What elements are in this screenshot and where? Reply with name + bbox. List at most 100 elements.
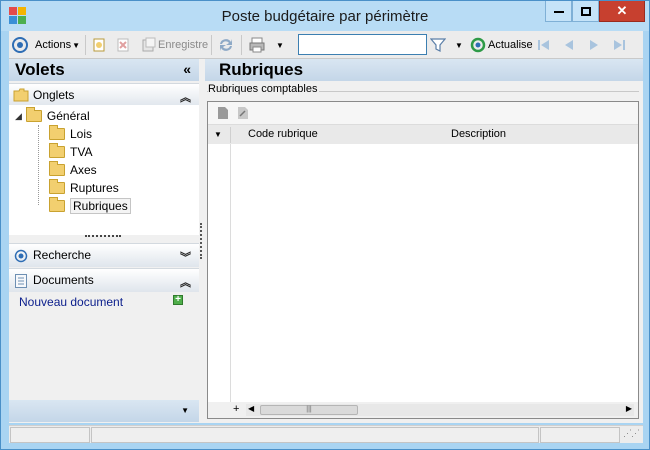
onglets-section-header[interactable]: Onglets ︽ (9, 83, 199, 107)
scroll-left-icon[interactable]: ◀ (248, 404, 254, 413)
grid-toolbar (208, 102, 638, 124)
tree-node-rubriques[interactable]: Rubriques (49, 197, 131, 215)
column-header-code[interactable]: Code rubrique (248, 128, 318, 140)
new-document-icon (93, 38, 105, 52)
new-row-icon[interactable] (216, 106, 230, 120)
save-icon (142, 37, 156, 52)
grid-body[interactable] (208, 144, 638, 402)
chevron-down-icon[interactable]: ▼ (181, 406, 189, 415)
onglets-tree: ◢ Général Lois TVA Axes Ruptures Rubriqu… (9, 105, 199, 235)
title-bar[interactable]: Poste budgétaire par périmètre ✕ (1, 1, 649, 31)
search-target-icon (14, 249, 28, 263)
close-button[interactable]: ✕ (599, 1, 645, 22)
last-record-button[interactable] (612, 35, 626, 55)
tree-expander-icon[interactable]: ◢ (15, 111, 22, 122)
tree-node-ruptures[interactable]: Ruptures (49, 179, 119, 197)
maximize-icon (580, 7, 591, 17)
scrollbar-thumb[interactable]: ||| (260, 405, 358, 415)
horizontal-scrollbar[interactable]: ◀ ||| ▶ (246, 404, 634, 416)
splitter-grip[interactable] (85, 235, 121, 241)
actions-menu-button[interactable]: Actions ▼ (11, 35, 80, 55)
volets-title: Volets (15, 60, 65, 79)
folder-icon (49, 179, 65, 194)
minimize-button[interactable] (545, 1, 572, 22)
actions-label: Actions (35, 39, 72, 51)
documents-section-header[interactable]: Documents ︽ (9, 268, 199, 292)
print-button[interactable] (248, 35, 266, 55)
tree-node-general[interactable]: ◢ Général (15, 107, 90, 125)
add-row-button[interactable]: + (233, 403, 239, 415)
status-cell (10, 427, 90, 443)
first-record-icon (538, 40, 549, 50)
previous-record-button[interactable] (562, 35, 576, 55)
close-icon: ✕ (616, 3, 628, 18)
tree-node-label: Lois (70, 127, 93, 141)
status-bar: ⋰⋰ (9, 425, 643, 443)
tree-node-label: TVA (70, 145, 93, 159)
tree-node-tva[interactable]: TVA (49, 143, 92, 161)
edit-row-icon[interactable] (236, 106, 250, 120)
tree-node-label: Rubriques (70, 198, 131, 214)
document-icon (15, 274, 27, 288)
folder-icon (49, 125, 65, 140)
new-document-link[interactable]: Nouveau document (19, 295, 123, 309)
resize-grip-icon[interactable]: ⋰⋰ (623, 428, 640, 439)
rubriques-grid: ▼ Code rubrique Description + ◀ ||| ▶ (207, 101, 639, 419)
minimize-icon (553, 10, 564, 13)
first-record-button[interactable] (537, 35, 551, 55)
filter-dropdown-button[interactable]: ▼ (455, 35, 463, 55)
page-title: Rubriques (219, 60, 304, 79)
documents-title: Documents (33, 273, 94, 287)
scroll-right-icon[interactable]: ▶ (626, 404, 632, 413)
toolbar-separator (241, 35, 242, 55)
tree-node-label: Axes (70, 163, 97, 177)
refresh-icon (470, 37, 486, 53)
add-document-icon[interactable]: + (173, 295, 183, 305)
chevron-up-icon[interactable]: ︽ (180, 274, 191, 290)
recherche-title: Recherche (33, 248, 92, 262)
filter-button[interactable] (430, 35, 446, 55)
tree-node-lois[interactable]: Lois (49, 125, 92, 143)
print-icon (249, 37, 265, 53)
dropdown-arrow-icon: ▼ (455, 40, 463, 50)
panel-footer-bar[interactable]: ▼ (9, 400, 199, 422)
maximize-button[interactable] (572, 1, 599, 22)
folder-icon (49, 143, 65, 158)
side-panel: Volets « Onglets ︽ ◢ Général Lois TVA Ax… (9, 59, 199, 423)
sync-button[interactable] (217, 35, 235, 55)
main-panel: Rubriques Rubriques comptables ▼ Code ru… (205, 59, 643, 423)
delete-button[interactable] (115, 35, 131, 55)
new-button[interactable] (91, 35, 107, 55)
recherche-section-header[interactable]: Recherche ︾ (9, 243, 199, 267)
folder-icon (49, 161, 65, 176)
status-cell (91, 427, 539, 443)
collapse-panel-icon[interactable]: « (183, 61, 191, 77)
print-dropdown-button[interactable]: ▼ (276, 35, 284, 55)
app-window: Poste budgétaire par périmètre ✕ Actions… (0, 0, 650, 450)
column-header-description[interactable]: Description (451, 128, 506, 140)
refresh-button[interactable]: Actualise (470, 35, 533, 55)
last-record-icon (614, 40, 625, 50)
tree-node-label: Général (46, 109, 90, 123)
group-label: Rubriques comptables (208, 83, 320, 95)
toolbar-separator (211, 35, 212, 55)
save-button[interactable]: Enregistre (141, 35, 208, 55)
previous-record-icon (565, 40, 573, 50)
search-input[interactable] (298, 34, 427, 55)
refresh-label: Actualise (488, 39, 533, 51)
grid-footer: + ◀ ||| ▶ (208, 402, 638, 418)
column-divider (230, 127, 231, 143)
toolbar-separator (85, 35, 86, 55)
tree-node-label: Ruptures (70, 181, 119, 195)
chevron-down-icon[interactable]: ︾ (180, 249, 191, 265)
folder-open-icon (49, 197, 65, 212)
dropdown-arrow-icon: ▼ (276, 40, 284, 50)
folder-open-icon (25, 107, 42, 122)
dropdown-arrow-icon: ▼ (72, 40, 80, 50)
vertical-splitter[interactable] (200, 223, 202, 259)
chevron-up-icon[interactable]: ︽ (180, 89, 191, 105)
tree-node-axes[interactable]: Axes (49, 161, 97, 179)
main-header: Rubriques (205, 59, 643, 81)
next-record-button[interactable] (587, 35, 601, 55)
row-selector-header-icon[interactable]: ▼ (214, 130, 222, 139)
